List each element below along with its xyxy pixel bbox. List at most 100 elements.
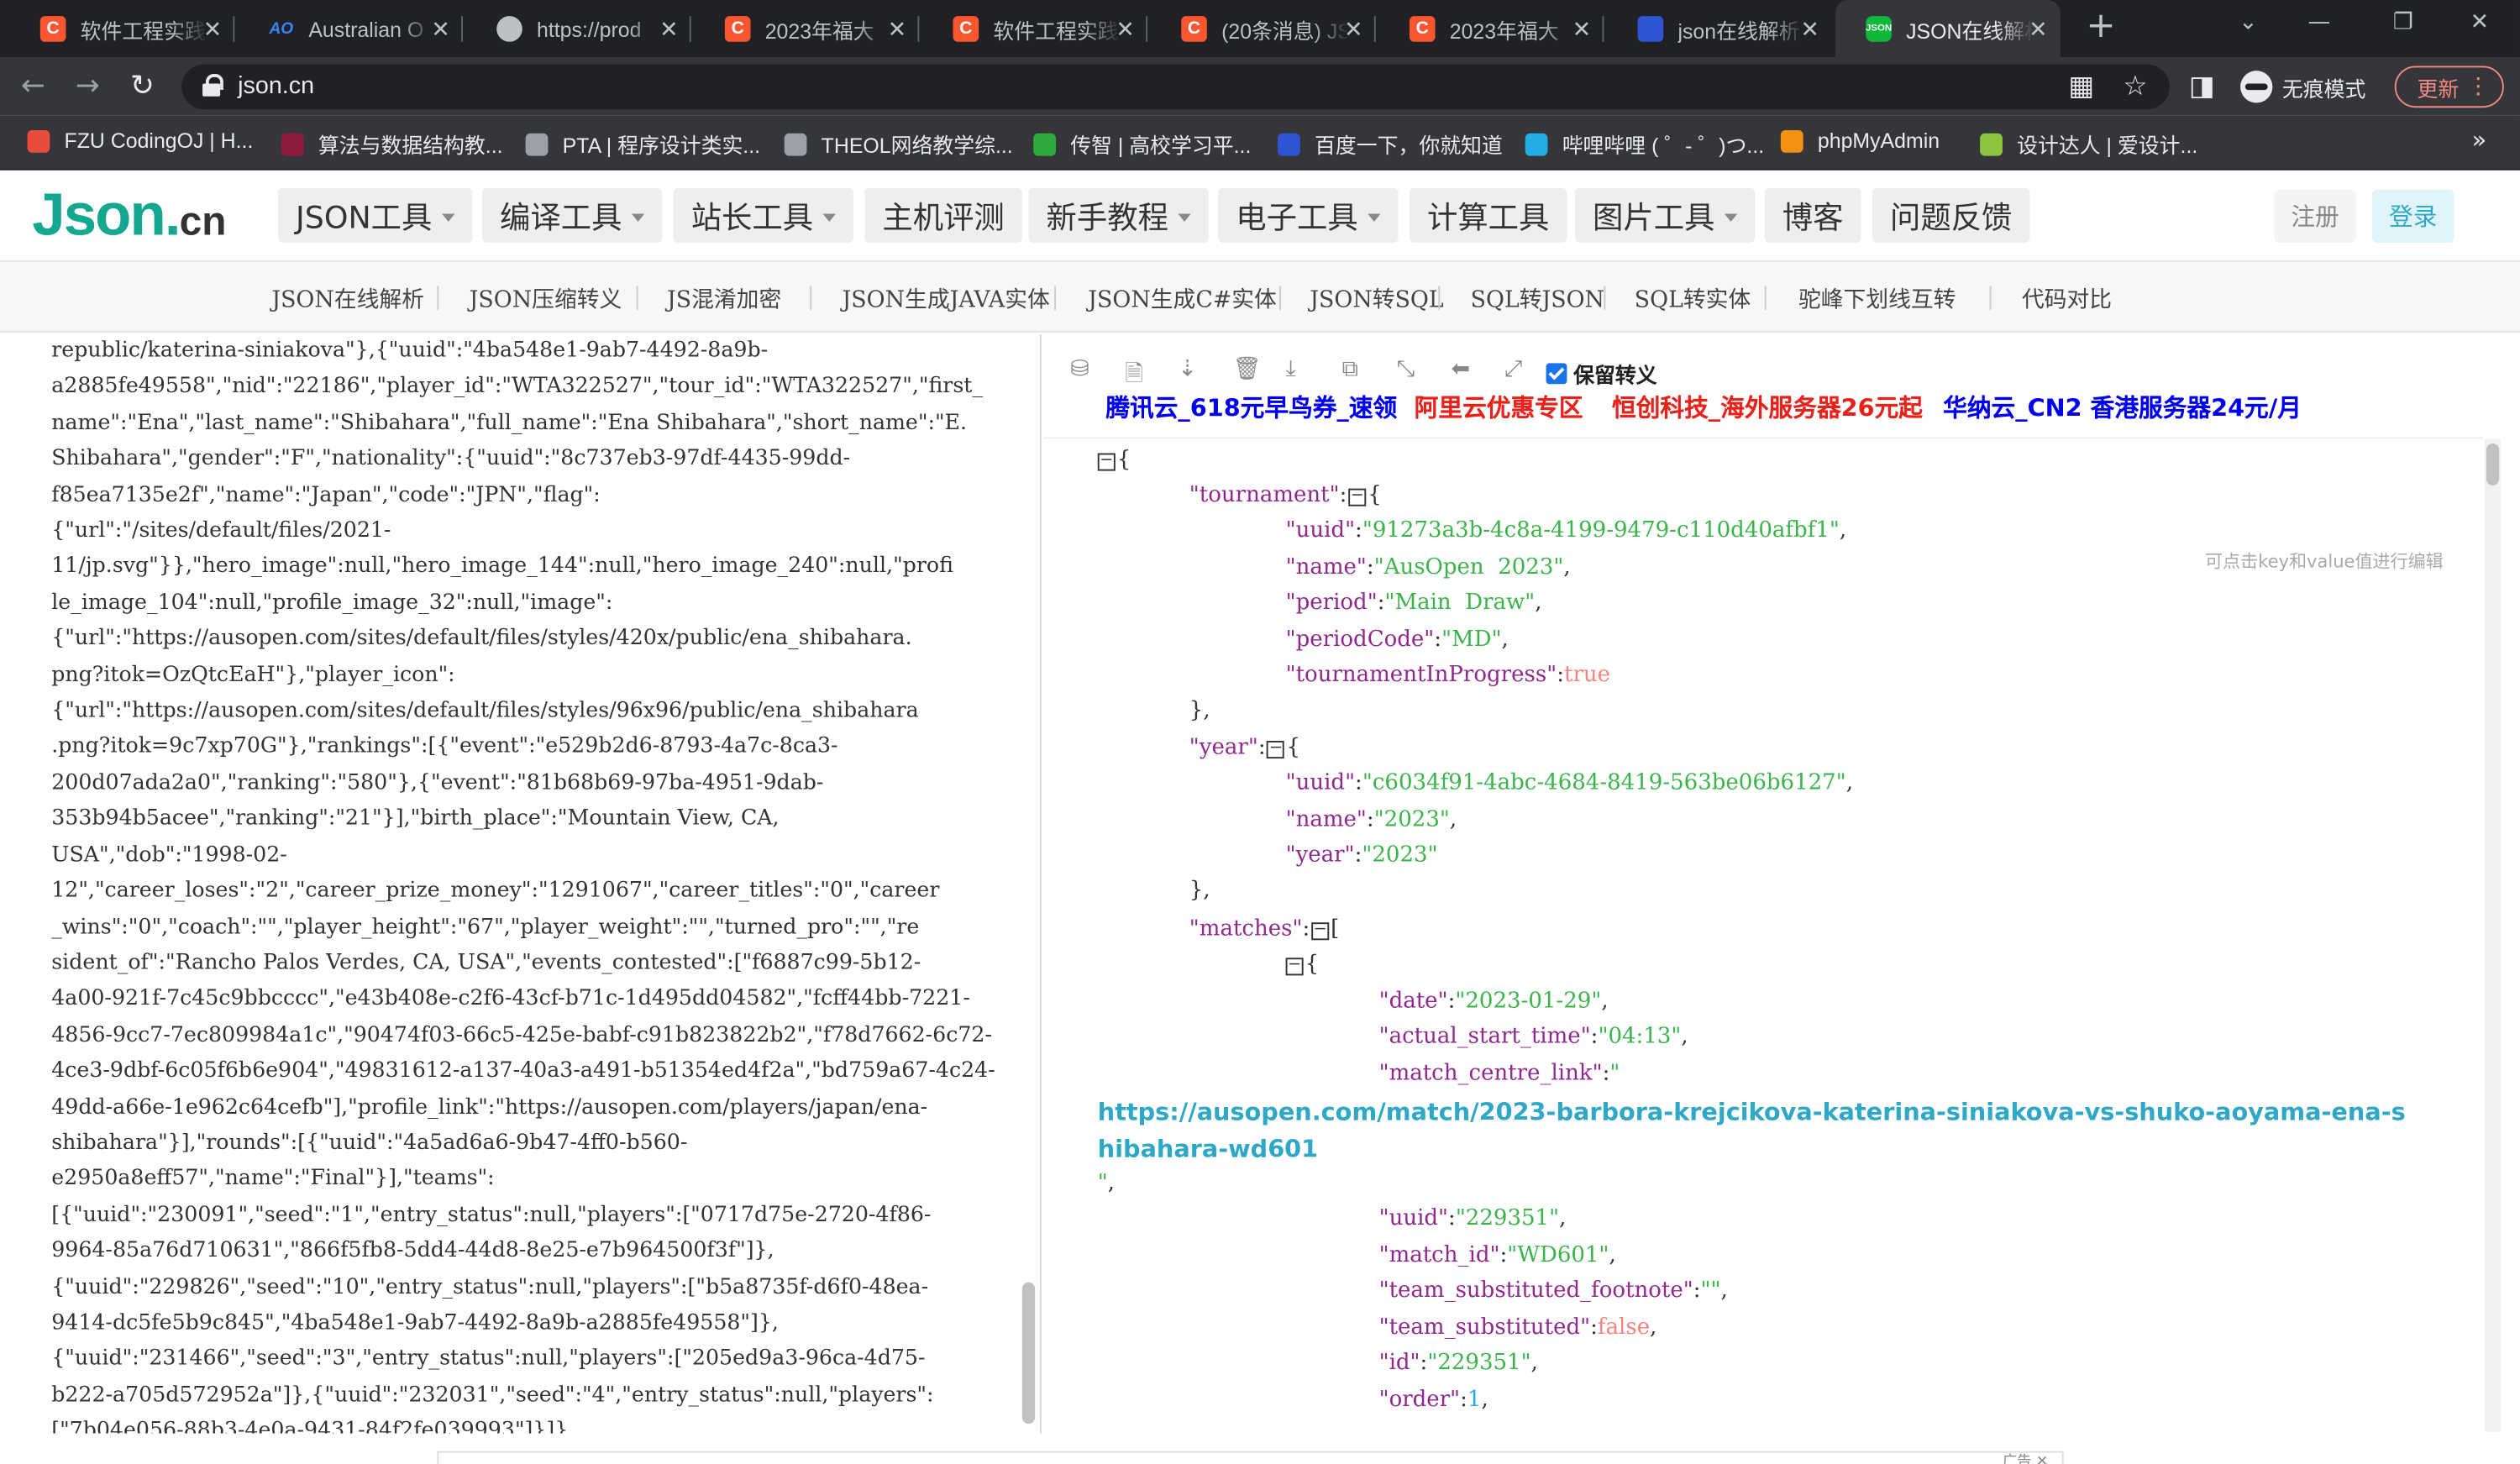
lock-icon[interactable] bbox=[202, 74, 223, 97]
menu-item[interactable]: 问题反馈 bbox=[1872, 187, 2030, 243]
tab-search-icon[interactable]: ⌄ bbox=[2239, 9, 2257, 35]
json-number-value[interactable]: 1 bbox=[1467, 1387, 1482, 1413]
collapse-toggle-icon[interactable]: − bbox=[1348, 488, 1367, 506]
json-string-value[interactable]: MD bbox=[1452, 627, 1492, 653]
collapse-toggle-icon[interactable]: − bbox=[1285, 957, 1304, 976]
menu-item[interactable]: 编译工具 bbox=[481, 187, 663, 243]
back-icon[interactable]: ← bbox=[21, 69, 45, 102]
json-string-value[interactable]: 91273a3b-4c8a-4199-9479-c110d40afbf1 bbox=[1373, 517, 1830, 543]
json-string-value[interactable]: c6034f91-4abc-4684-8419-563be06b6127 bbox=[1373, 769, 1836, 795]
bookmark-item[interactable]: PTA | 程序设计类实... bbox=[525, 129, 760, 159]
subnav-link[interactable]: SQL转实体 bbox=[1635, 283, 1751, 315]
register-button[interactable]: 注册 bbox=[2274, 189, 2356, 243]
address-bar[interactable] bbox=[181, 64, 2170, 110]
more-bookmarks-icon[interactable]: » bbox=[2472, 125, 2487, 154]
raw-json-text[interactable]: republic/katerina-siniakova"},{"uuid":"4… bbox=[51, 334, 1007, 1434]
close-tab-icon[interactable]: ✕ bbox=[431, 16, 449, 42]
incognito-indicator[interactable]: 无痕模式 bbox=[2240, 71, 2365, 103]
expand-icon[interactable]: ⤢ bbox=[1504, 357, 1522, 383]
trash-icon[interactable]: 🗑 bbox=[1232, 357, 1261, 383]
browser-tab[interactable]: C 2023年福大 ✕ bbox=[1379, 0, 1604, 58]
browser-tab[interactable]: C 软件工程实践 ✕ bbox=[922, 0, 1148, 58]
close-tab-icon[interactable]: ✕ bbox=[1344, 16, 1362, 42]
json-key[interactable]: team_substituted_footnote bbox=[1389, 1278, 1683, 1304]
collapse-toggle-icon[interactable]: − bbox=[1097, 453, 1116, 471]
new-tab-button[interactable]: + bbox=[2086, 7, 2115, 47]
close-tab-icon[interactable]: ✕ bbox=[2029, 16, 2047, 42]
reload-icon[interactable]: ↻ bbox=[130, 69, 155, 102]
bookmark-item[interactable]: 设计达人 | 爱设计... bbox=[1980, 129, 2197, 159]
bookmark-item[interactable]: 哔哩哔哩 ( ゜- ゜)つ... bbox=[1525, 129, 1764, 159]
bookmark-star-icon[interactable]: ☆ bbox=[2123, 71, 2147, 102]
json-string-value[interactable]: 2023 bbox=[1384, 806, 1440, 832]
ad-link[interactable]: 恒创科技_海外服务器26元起 bbox=[1612, 391, 1923, 424]
json-key[interactable]: matches bbox=[1200, 916, 1293, 942]
json-key[interactable]: year bbox=[1200, 734, 1248, 760]
subnav-link[interactable]: JSON转SQL bbox=[1310, 283, 1443, 315]
restore-button[interactable]: ❐ bbox=[2393, 9, 2413, 35]
json-key[interactable]: name bbox=[1296, 806, 1357, 832]
subnav-link[interactable]: 驼峰下划线互转 bbox=[1798, 283, 1956, 315]
site-logo[interactable]: Json.cn bbox=[32, 181, 226, 249]
browser-tab[interactable]: JSON JSON在线解析 ✕ bbox=[1835, 0, 2061, 58]
json-boolean-value[interactable]: false bbox=[1598, 1314, 1650, 1341]
excel-icon[interactable]: 🗎 bbox=[1125, 357, 1143, 396]
checkbox-checked-icon[interactable] bbox=[1546, 363, 1567, 385]
menu-item[interactable]: 新手教程 bbox=[1028, 187, 1209, 243]
ad-label[interactable]: 广告 ✕ bbox=[2003, 1450, 2048, 1464]
browser-tab[interactable]: C 软件工程实践 ✕ bbox=[9, 0, 235, 58]
subnav-link[interactable]: 代码对比 bbox=[2022, 283, 2112, 315]
close-window-button[interactable]: ✕ bbox=[2470, 9, 2489, 35]
json-key[interactable]: name bbox=[1296, 554, 1357, 580]
browser-tab[interactable]: https://prod ✕ bbox=[466, 0, 691, 58]
json-key[interactable]: date bbox=[1389, 989, 1438, 1015]
ad-link[interactable]: 华纳云_CN2 香港服务器24元/月 bbox=[1943, 391, 2302, 424]
sort-icon[interactable]: ⇣ bbox=[1178, 357, 1196, 383]
menu-item[interactable]: 主机评测 bbox=[864, 187, 1022, 243]
bookmark-item[interactable]: 传智 | 高校学习平... bbox=[1033, 129, 1251, 159]
json-key[interactable]: match_centre_link bbox=[1389, 1061, 1593, 1087]
json-key[interactable]: id bbox=[1389, 1350, 1410, 1376]
close-tab-icon[interactable]: ✕ bbox=[888, 16, 906, 42]
browser-tab[interactable]: AO Australian O ✕ bbox=[238, 0, 464, 58]
subnav-link[interactable]: JS混淆加密 bbox=[667, 283, 781, 315]
collapse-toggle-icon[interactable]: − bbox=[1311, 921, 1330, 941]
browser-tab[interactable]: C (20条消息) JS ✕ bbox=[1151, 0, 1376, 58]
json-string-value[interactable]: 2023-01-29 bbox=[1465, 989, 1591, 1015]
subnav-link[interactable]: JSON生成JAVA实体 bbox=[843, 283, 1050, 315]
json-string-value[interactable]: AusOpen 2023 bbox=[1384, 554, 1554, 580]
bookmark-item[interactable]: 算法与数据结构教... bbox=[281, 129, 503, 159]
viewer-scrollbar-thumb[interactable] bbox=[2486, 443, 2500, 485]
compress-icon[interactable]: ⤡ bbox=[1397, 357, 1415, 383]
json-key[interactable]: tournament bbox=[1200, 482, 1330, 508]
bookmark-item[interactable]: FZU CodingOJ | H... bbox=[27, 129, 253, 153]
json-key[interactable]: uuid bbox=[1296, 517, 1345, 543]
viewer-scrollbar-track[interactable] bbox=[2484, 438, 2502, 1432]
back-icon[interactable]: ⬅ bbox=[1452, 357, 1470, 383]
bookmark-item[interactable]: 百度一下，你就知道 bbox=[1278, 129, 1503, 159]
download-icon[interactable]: ⤓ bbox=[1286, 357, 1296, 383]
json-key[interactable]: tournamentInProgress bbox=[1296, 662, 1547, 688]
menu-item[interactable]: 电子工具 bbox=[1218, 187, 1399, 243]
ad-link[interactable]: 阿里云优惠专区 bbox=[1415, 391, 1583, 424]
json-key[interactable]: year bbox=[1296, 842, 1345, 868]
browser-tab[interactable]: C 2023年福大 ✕ bbox=[695, 0, 920, 58]
json-string-value[interactable]: 2023 bbox=[1372, 842, 1427, 868]
side-panel-icon[interactable]: ◨ bbox=[2189, 71, 2215, 102]
subnav-link[interactable]: JSON压缩转义 bbox=[470, 283, 622, 315]
forward-icon[interactable]: → bbox=[76, 69, 100, 102]
keep-escape-checkbox[interactable]: 保留转义 bbox=[1546, 359, 1657, 389]
login-button[interactable]: 登录 bbox=[2371, 189, 2454, 243]
subnav-link[interactable]: SQL转JSON bbox=[1471, 283, 1604, 315]
close-tab-icon[interactable]: ✕ bbox=[659, 16, 678, 42]
menu-item[interactable]: 博客 bbox=[1764, 187, 1861, 243]
json-key[interactable]: uuid bbox=[1296, 769, 1345, 795]
update-button[interactable]: 更新 ⋮ bbox=[2394, 66, 2504, 108]
json-string-value[interactable]: WD601 bbox=[1517, 1242, 1599, 1268]
close-tab-icon[interactable]: ✕ bbox=[1116, 16, 1134, 42]
close-tab-icon[interactable]: ✕ bbox=[203, 16, 222, 42]
json-key[interactable]: period bbox=[1296, 590, 1368, 616]
json-string-value[interactable]: 229351 bbox=[1437, 1350, 1520, 1376]
json-string-value[interactable]: 229351 bbox=[1466, 1205, 1549, 1231]
subnav-link[interactable]: JSON在线解析 bbox=[271, 283, 424, 315]
